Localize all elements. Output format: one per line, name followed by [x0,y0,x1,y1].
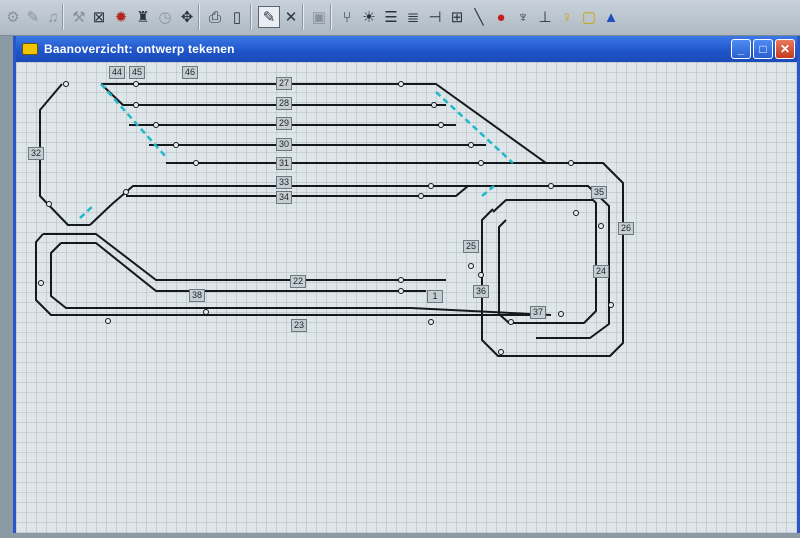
sensor-point [468,142,474,148]
sensor-point [498,349,504,355]
sensor-point [573,210,579,216]
blocks-tool-icon[interactable]: ⚒ [68,6,90,28]
track-label-27[interactable]: 27 [276,77,293,90]
clock-tool-icon[interactable]: ◷ [154,6,176,28]
buffer-stop-tool-icon[interactable]: ⊥ [534,6,556,28]
toolbar-separator [302,4,304,30]
route-tool-icon[interactable]: ✥ [176,6,198,28]
track-label-32[interactable]: 32 [28,147,45,160]
select-tool-icon[interactable]: ⚙ [2,6,24,28]
sensor-point [598,223,604,229]
track-layout-canvas[interactable]: 44 45 46 27 28 29 30 31 33 34 32 35 26 2… [16,62,797,533]
track-label-35[interactable]: 35 [591,186,608,199]
cross-tool-icon[interactable]: ⊠ [88,6,110,28]
crossing-tool-icon[interactable]: ☰ [380,6,402,28]
sensor-point [568,160,574,166]
app-icon [22,43,38,55]
track-label-28[interactable]: 28 [276,97,293,110]
sensor-point [105,318,111,324]
track-label-46[interactable]: 46 [182,66,199,79]
draw-tool-icon[interactable]: ✎ [22,6,44,28]
block-marker-tool-icon[interactable]: ▢ [578,6,600,28]
sensor-point [428,183,434,189]
toolbar: ⚙ ✎ ♫ ⚒ ⊠ ✹ ♜ ◷ ✥ ⎙ ▯ ✎ ✕ ▣ ⑂ ☀ ☰ ≣ ⊣ ⊞ … [0,0,800,36]
sensor-point [431,102,437,108]
sensor-point [133,81,139,87]
bell-tool-icon[interactable]: ♫ [42,6,64,28]
delete-tool-icon[interactable]: ✕ [280,6,302,28]
sensor-point [398,81,404,87]
track-label-29[interactable]: 29 [276,117,293,130]
track-label-45[interactable]: 45 [129,66,146,79]
sensor-point [478,160,484,166]
track-label-23[interactable]: 23 [291,319,308,332]
track-label-30[interactable]: 30 [276,138,293,151]
sensor-point [38,280,44,286]
print-tool-icon[interactable]: ⎙ [204,6,226,28]
track-label-36[interactable]: 36 [473,285,490,298]
track-element-tool-icon[interactable]: ⊣ [424,6,446,28]
sensor-point [418,193,424,199]
sensor-point [203,309,209,315]
track-label-24[interactable]: 24 [593,265,610,278]
sensor-point [468,263,474,269]
sensor-point [398,288,404,294]
edit-track-tool-icon[interactable]: ✎ [258,6,280,28]
sensor-tool-icon[interactable]: ≣ [402,6,424,28]
track-label-1[interactable]: 1 [427,290,443,303]
track-label-33[interactable]: 33 [276,176,293,189]
sensor-point [428,319,434,325]
sensor-point [63,81,69,87]
track-label-22[interactable]: 22 [290,275,307,288]
maximize-button[interactable]: □ [753,39,773,59]
toolbar-separator [62,4,64,30]
sensor-point [46,201,52,207]
track-label-31[interactable]: 31 [276,157,293,170]
sensor-point [398,277,404,283]
sensor-point [153,122,159,128]
track-label-44[interactable]: 44 [109,66,126,79]
sensor-point [478,272,484,278]
track-label-38[interactable]: 38 [189,289,206,302]
title-bar[interactable]: Baanoverzicht: ontwerp tekenen _ □ ✕ [16,36,797,62]
new-page-tool-icon[interactable]: ▯ [226,6,248,28]
lamp-tool-icon[interactable]: ♀ [556,6,578,28]
sensor-point [123,189,129,195]
sensor-point [558,311,564,317]
locomotive-tool-icon[interactable]: ✹ [110,6,132,28]
track-label-26[interactable]: 26 [618,222,635,235]
toolbar-separator [250,4,252,30]
signal-red-tool-icon[interactable]: ● [490,6,512,28]
diagonal-track-tool-icon[interactable]: ╲ [468,6,490,28]
train-tool-icon[interactable]: ♜ [132,6,154,28]
sensor-point [133,102,139,108]
track-label-37[interactable]: 37 [530,306,547,319]
signal-tool-icon[interactable]: ☀ [358,6,380,28]
signal-pole-tool-icon[interactable]: ♆ [512,6,534,28]
toolbar-separator [198,4,200,30]
sensor-point [173,142,179,148]
window-title: Baanoverzicht: ontwerp tekenen [44,42,235,56]
arrow-tool-icon[interactable]: ▲ [600,6,622,28]
toolbar-separator [330,4,332,30]
close-button[interactable]: ✕ [775,39,795,59]
sensor-point [193,160,199,166]
block-tool-icon[interactable]: ⊞ [446,6,468,28]
sensor-point [608,302,614,308]
grid-background [16,62,797,533]
sensor-point [548,183,554,189]
track-layout-drawing [16,62,797,533]
layout-window: Baanoverzicht: ontwerp tekenen _ □ ✕ 44 … [13,36,800,533]
track-label-34[interactable]: 34 [276,191,293,204]
turnout-tool-icon[interactable]: ⑂ [336,6,358,28]
sensor-point [438,122,444,128]
save-tool-icon[interactable]: ▣ [308,6,330,28]
sensor-point [508,319,514,325]
track-label-25[interactable]: 25 [463,240,480,253]
minimize-button[interactable]: _ [731,39,751,59]
